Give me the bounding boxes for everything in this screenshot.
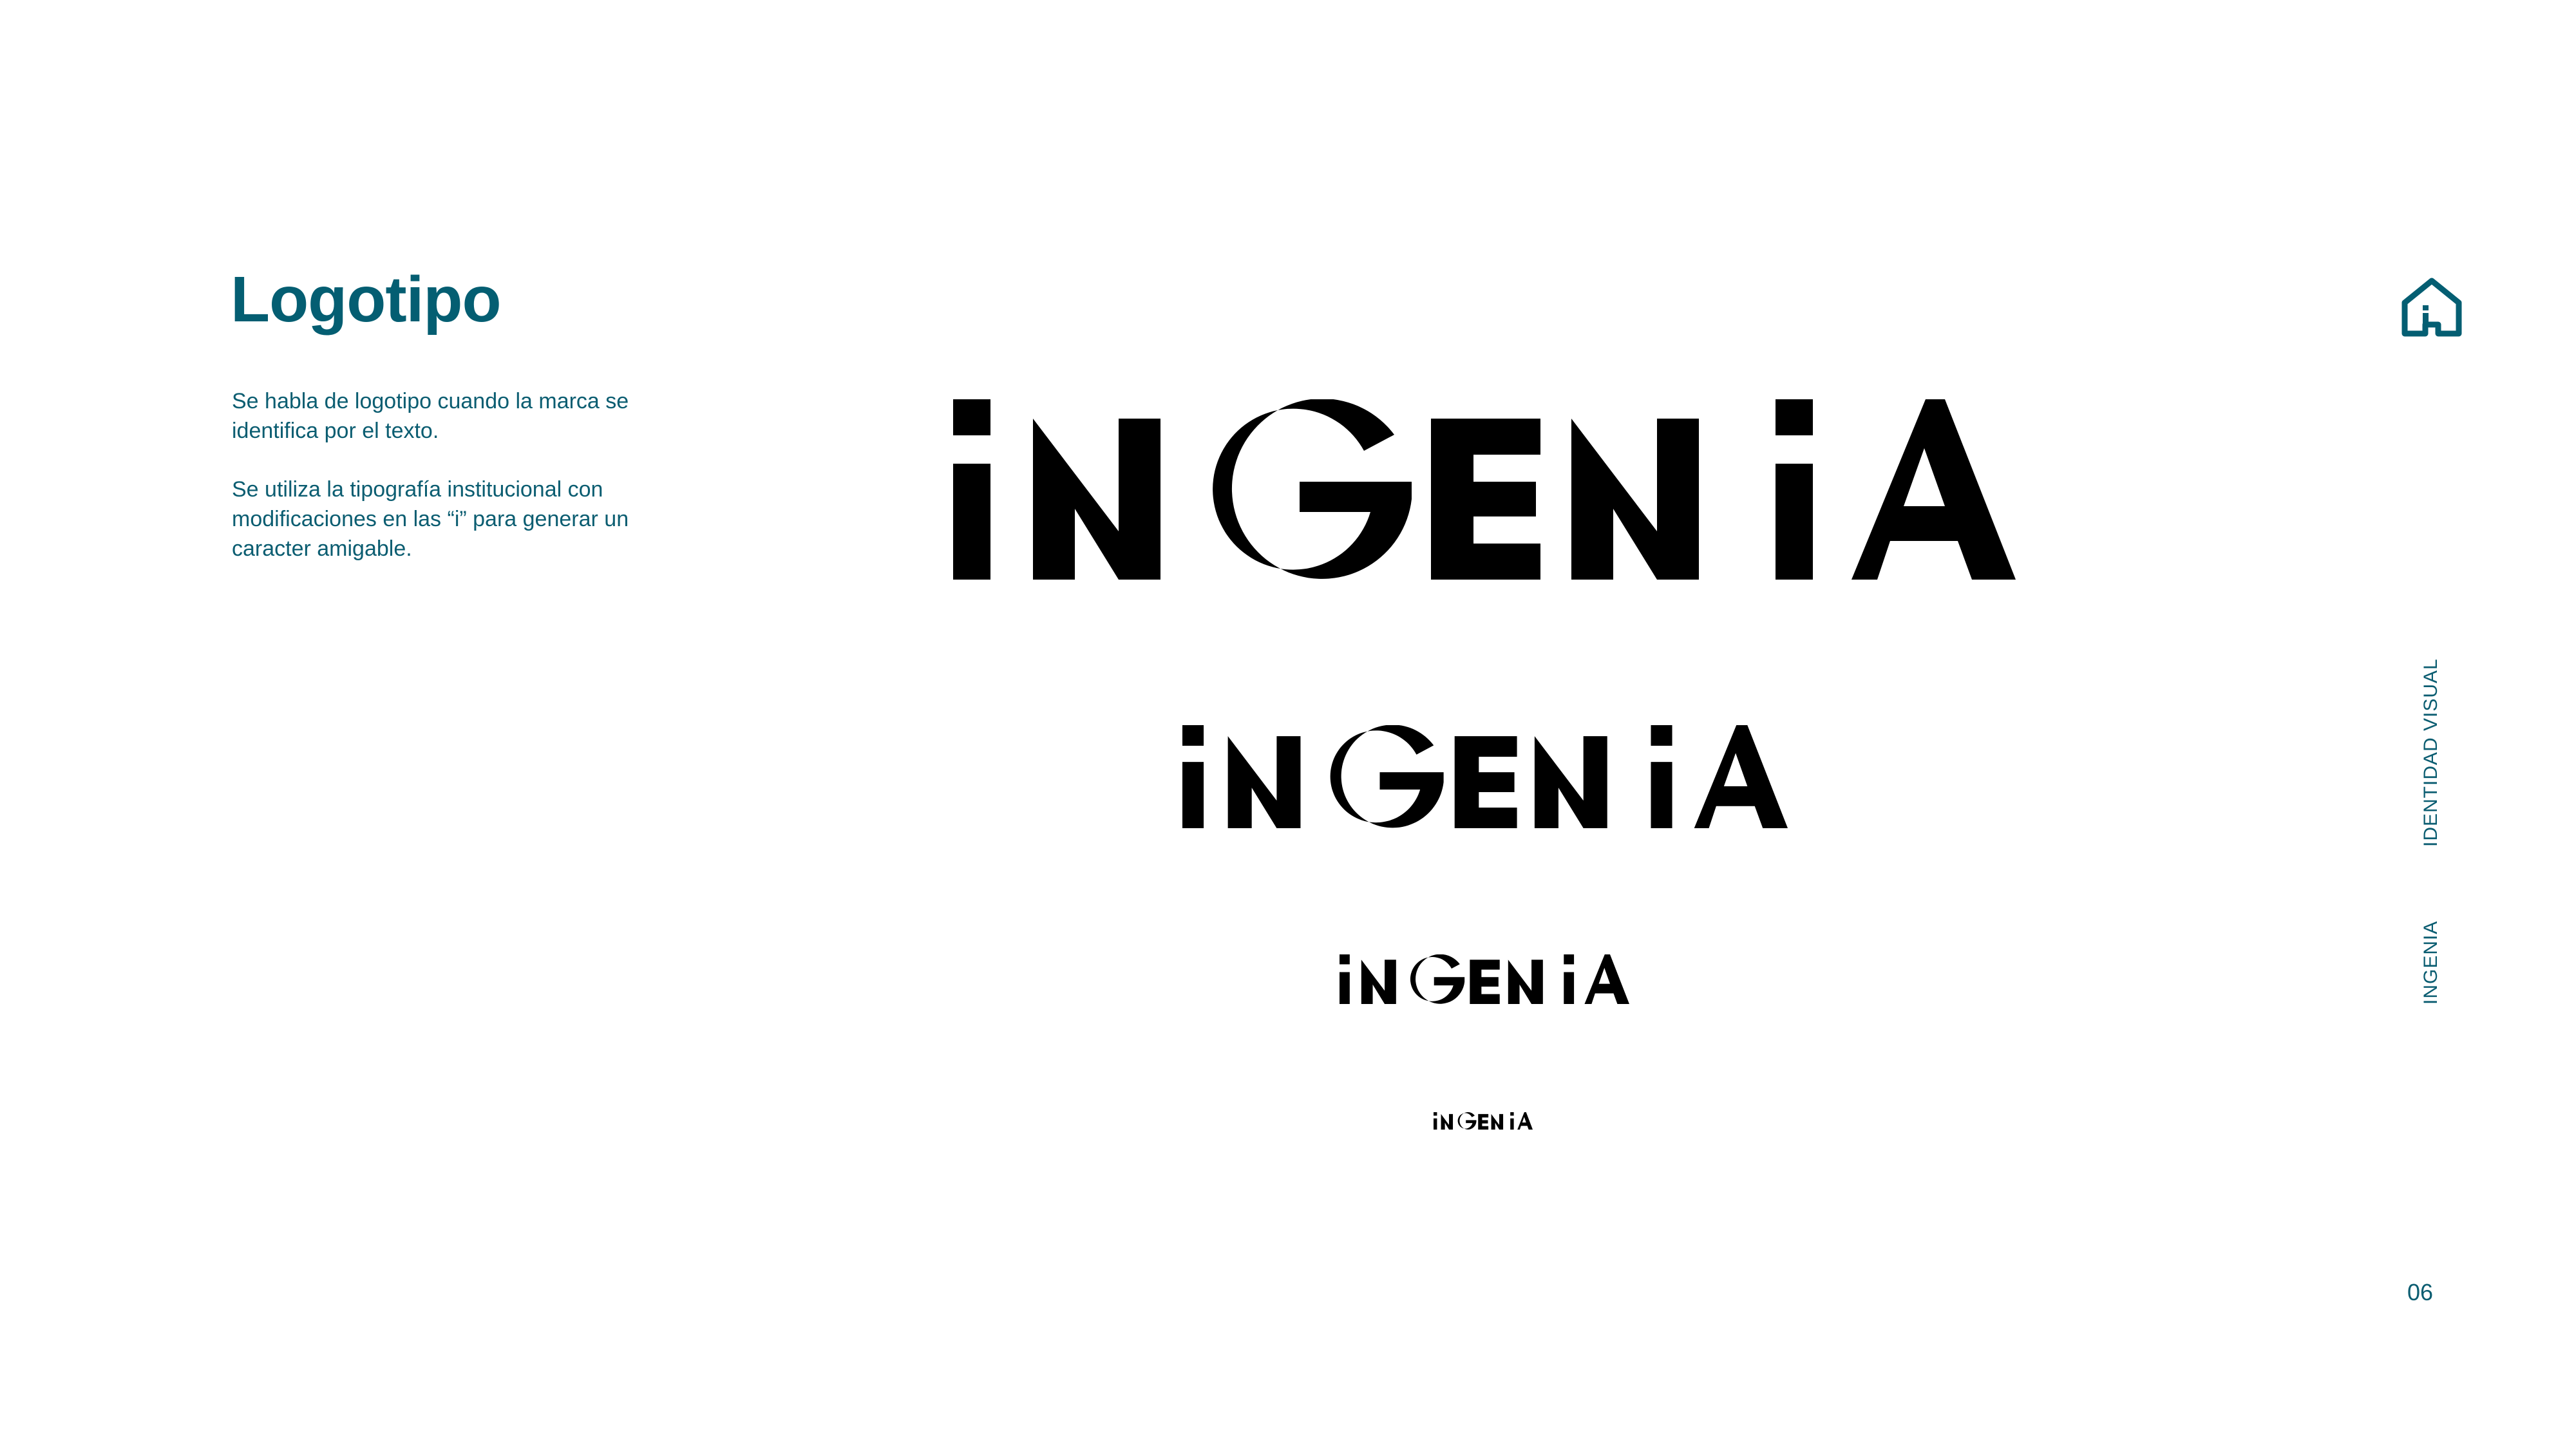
- page-title: Logotipo: [231, 263, 502, 336]
- ingenia-logo-small: [1340, 954, 1629, 1004]
- page-number: 06: [2407, 1279, 2434, 1305]
- home-i-icon[interactable]: [2400, 277, 2464, 339]
- description-paragraph: Se utiliza la tipografía institucional c…: [232, 477, 629, 561]
- section-label: IDENTIDAD VISUAL: [2420, 658, 2441, 847]
- brand-label: INGENIA: [2420, 920, 2441, 1005]
- description-paragraph: Se habla de logotipo cuando la marca se …: [232, 389, 629, 443]
- ingenia-logo-large: [953, 399, 2016, 580]
- ingenia-logo-xsmall: [1434, 1112, 1533, 1130]
- ingenia-logo-medium: [1182, 725, 1788, 828]
